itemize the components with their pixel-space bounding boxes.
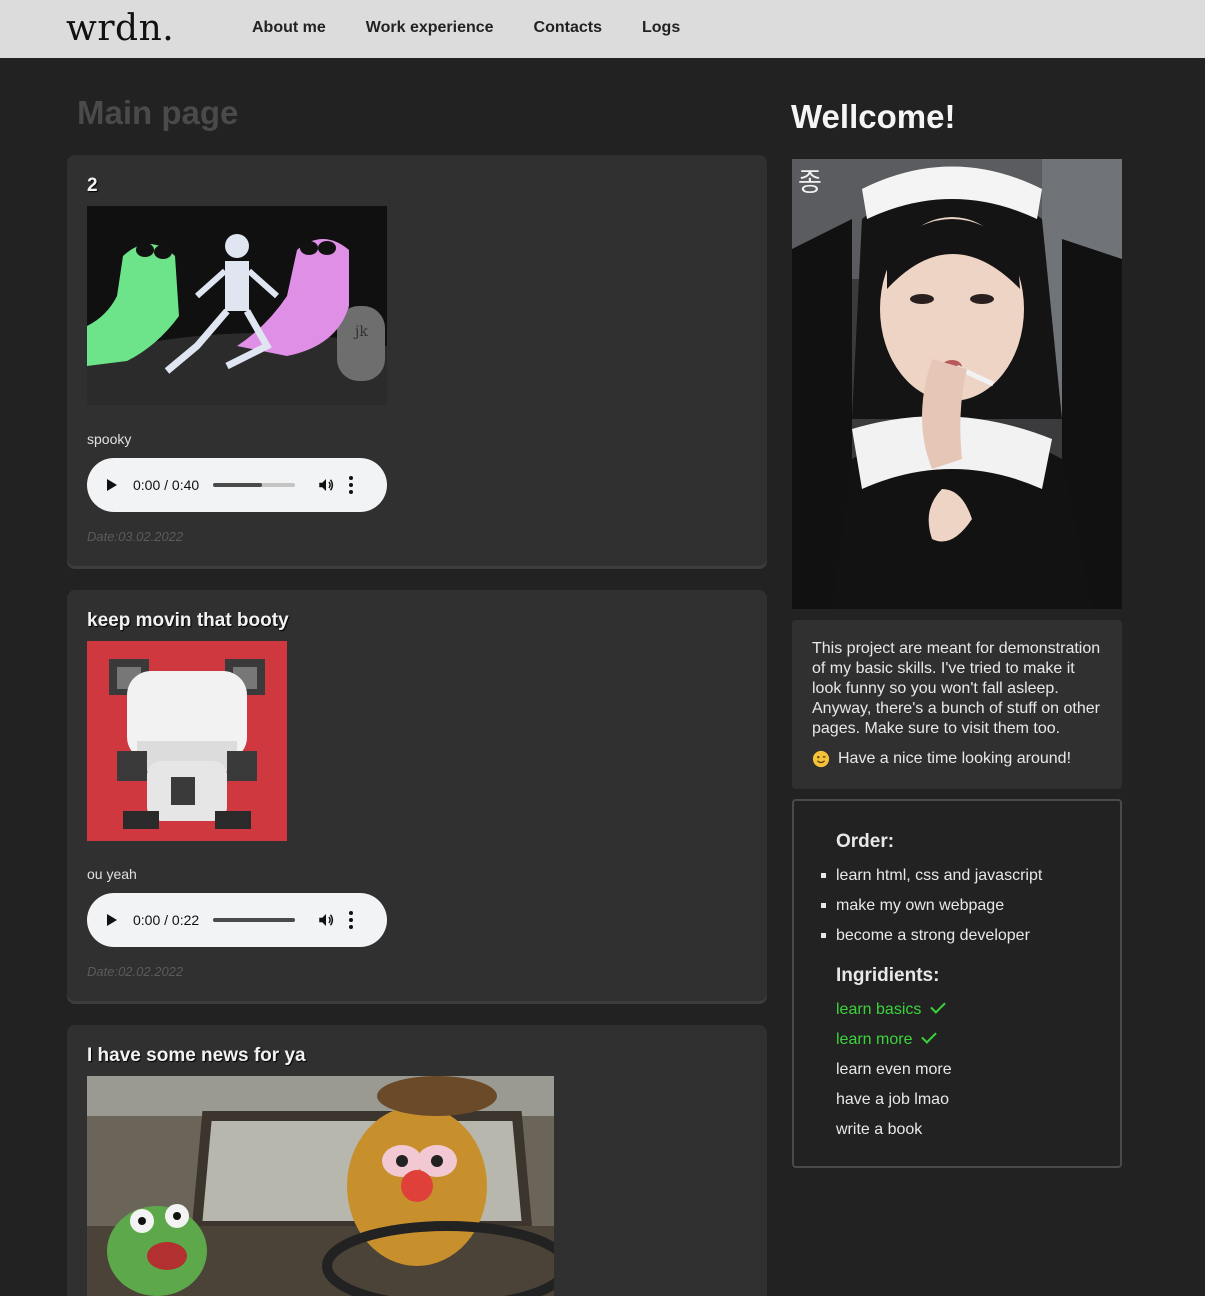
ingredients-heading: Ingridients: [836, 965, 940, 986]
nav-contacts[interactable]: Contacts [534, 19, 602, 37]
hero-image: 종 [792, 159, 1122, 609]
site-logo[interactable]: wrdn. [66, 8, 174, 49]
volume-icon[interactable] [317, 911, 335, 929]
smile-emoji-icon [812, 750, 830, 768]
order-item: become a strong developer [821, 927, 1120, 957]
nav-work-experience[interactable]: Work experience [366, 19, 494, 37]
todo-card: Order: learn html, css and javascript ma… [792, 799, 1122, 1168]
post-caption: spooky [87, 431, 132, 447]
more-options-icon[interactable] [349, 476, 354, 494]
ingredient-label: write a book [836, 1121, 923, 1138]
about-text: This project are meant for demonstration… [812, 640, 1101, 737]
order-item: make my own webpage [821, 897, 1120, 927]
post-card: I have some news for ya [67, 1025, 767, 1296]
ingredient-item: learn even more [836, 1061, 1120, 1091]
ingredient-item: learn more [836, 1028, 1120, 1061]
more-options-icon[interactable] [349, 911, 354, 929]
audio-seek-bar[interactable] [213, 918, 296, 922]
order-list: learn html, css and javascript make my o… [821, 867, 1120, 957]
post-title: I have some news for ya [87, 1045, 306, 1066]
ingredient-label: learn more [836, 1031, 913, 1048]
audio-player[interactable]: 0:00 / 0:22 [87, 893, 387, 947]
play-icon[interactable] [107, 479, 117, 491]
nice-line: Have a nice time looking around! [812, 749, 1102, 769]
post-card: keep movin that booty ou yeah 0:00 / 0:2… [67, 590, 767, 1001]
post-date: Date:03.02.2022 [87, 529, 184, 544]
post-title: 2 [87, 175, 98, 196]
audio-time: 0:00 / 0:22 [133, 912, 200, 928]
post-image-muppets-car [87, 1076, 554, 1296]
audio-time: 0:00 / 0:40 [133, 477, 200, 493]
about-card: This project are meant for demonstration… [792, 620, 1122, 789]
about-nice-text: Have a nice time looking around! [838, 750, 1072, 767]
checkmark-icon [921, 1028, 938, 1044]
page-title: Main page [77, 94, 239, 131]
ingredient-label: learn basics [836, 1001, 922, 1018]
ingredient-label: learn even more [836, 1061, 952, 1078]
volume-icon[interactable] [317, 476, 335, 494]
post-caption: ou yeah [87, 866, 137, 882]
post-title: keep movin that booty [87, 610, 289, 631]
order-heading: Order: [836, 831, 895, 852]
ingredient-label: have a job lmao [836, 1091, 949, 1108]
audio-seek-bar[interactable] [213, 483, 296, 487]
order-item: learn html, css and javascript [821, 867, 1120, 897]
ingredient-item: learn basics [836, 998, 1120, 1031]
audio-seek-fill [213, 483, 263, 487]
ingredients-list: learn basics learn more learn even more … [836, 998, 1120, 1151]
post-image-skeleton-ghosts: jk [87, 206, 387, 405]
post-date: Date:02.02.2022 [87, 964, 184, 979]
nav-logs[interactable]: Logs [642, 19, 680, 37]
audio-seek-fill [213, 918, 296, 922]
play-icon[interactable] [107, 914, 117, 926]
ingredient-item: have a job lmao [836, 1091, 1120, 1121]
ingredient-item: write a book [836, 1121, 1120, 1151]
post-card: 2 jk spooky 0:00 / 0:40 Date:03.02.2022 [67, 155, 767, 566]
post-image-pixel-panda [87, 641, 287, 841]
nav-about-me[interactable]: About me [252, 19, 326, 37]
welcome-heading: Wellcome! [791, 98, 956, 135]
top-navbar: wrdn. About me Work experience Contacts … [0, 0, 1205, 58]
svg-text:jk: jk [353, 324, 368, 340]
checkmark-icon [930, 998, 947, 1014]
main-nav: About me Work experience Contacts Logs [252, 19, 680, 37]
hero-overlay-text: 종 [798, 168, 822, 198]
audio-player[interactable]: 0:00 / 0:40 [87, 458, 387, 512]
